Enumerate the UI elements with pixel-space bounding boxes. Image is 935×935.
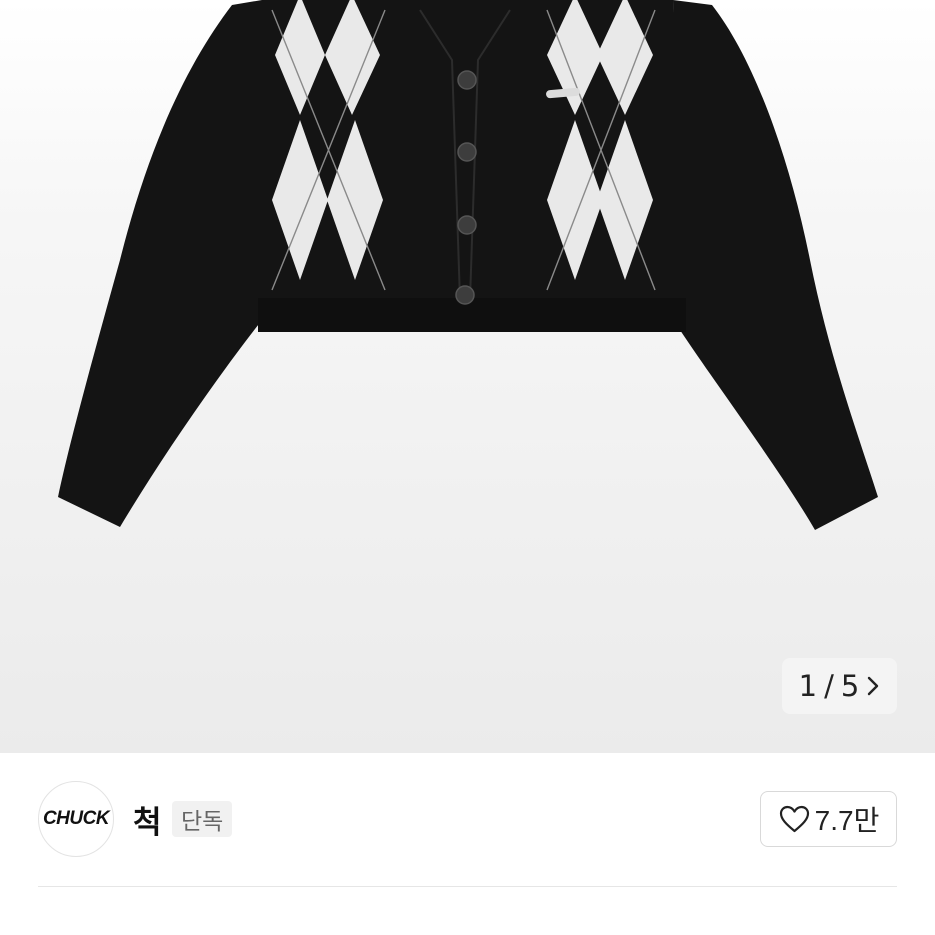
image-page-counter[interactable]: 1 / 5 xyxy=(782,658,897,714)
like-count: 7.7만 xyxy=(814,805,880,836)
store-name[interactable]: 척 xyxy=(133,797,162,842)
store-logo-avatar[interactable]: CHUCK xyxy=(38,781,114,857)
product-photo xyxy=(58,0,878,530)
like-button[interactable]: 7.7만 xyxy=(760,791,897,847)
total-pages: 5 xyxy=(840,669,861,703)
current-page: 1 xyxy=(798,669,819,703)
chevron-right-icon[interactable] xyxy=(866,675,880,697)
section-divider xyxy=(38,886,897,887)
page-separator: / xyxy=(824,669,835,703)
heart-outline-icon xyxy=(779,805,809,833)
product-image-gallery[interactable]: 1 / 5 xyxy=(0,0,935,753)
store-info-row: CHUCK 척 단독 7.7만 xyxy=(0,753,935,888)
exclusive-badge: 단독 xyxy=(172,801,233,837)
store-logo-text: CHUCK xyxy=(42,808,110,829)
